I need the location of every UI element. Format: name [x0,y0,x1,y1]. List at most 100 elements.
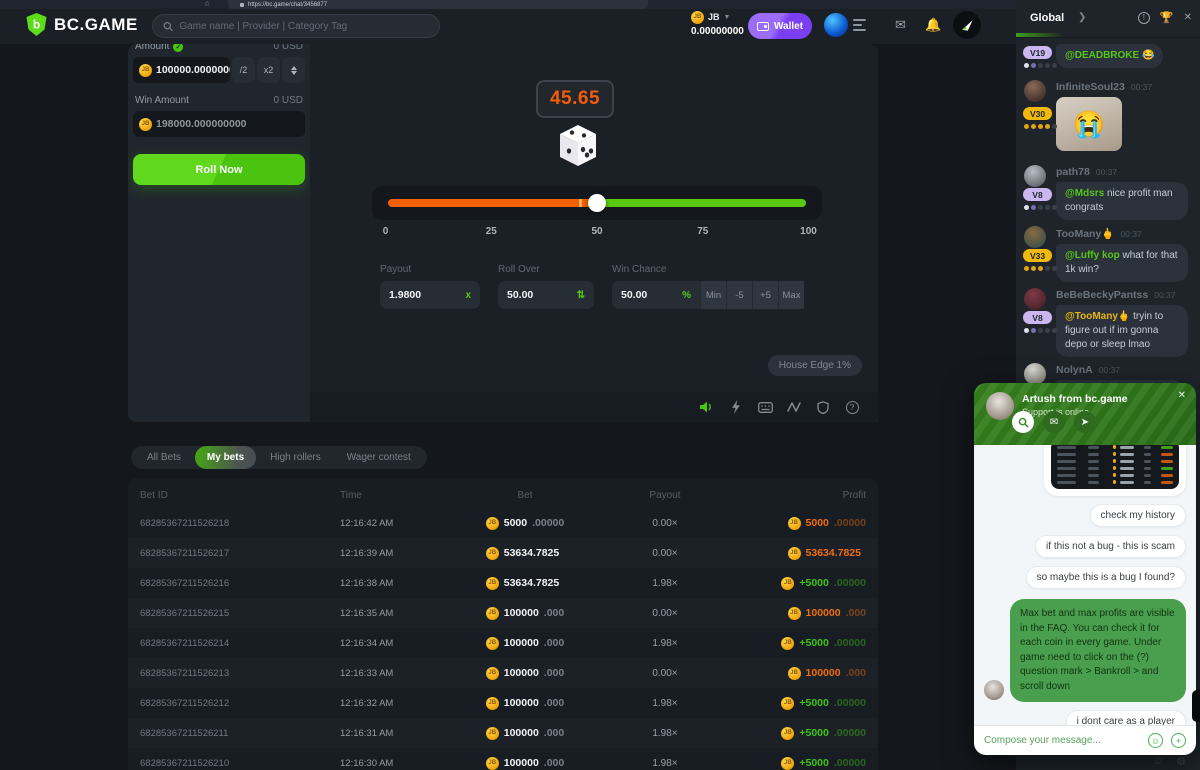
fairness-shield-icon[interactable] [815,399,831,415]
sound-volume-icon[interactable] [699,399,715,415]
account-menu-icon[interactable] [853,19,866,31]
swap-arrows-icon[interactable]: ⇅ [577,290,585,301]
medal-dots [1024,124,1057,129]
username[interactable]: TooMany🖕 [1056,227,1114,240]
double-bet-button[interactable]: x2 [257,57,280,83]
jb-coin-icon: JB [788,547,801,560]
mail-icon[interactable]: ✉ [895,17,906,33]
table-row[interactable]: 6828536721152621612:16:38 AM JB53634.782… [128,568,878,598]
brand-text: BC.GAME [54,15,138,35]
username[interactable]: NolynA [1056,364,1093,376]
wallet-balance: 0.00000000 [691,26,744,37]
table-row[interactable]: 6828536721152621512:16:35 AM JB100000.00… [128,598,878,628]
roll-over-input[interactable]: 50.00 ⇅ [498,281,594,309]
chat-rules-info-icon[interactable]: ! [1138,12,1150,24]
table-row[interactable]: 6828536721152621012:16:30 AM JB100000.00… [128,748,878,770]
payout-group: Payout 1.9800 x [380,264,480,309]
notifications-bell-icon[interactable]: 🔔 [925,17,941,33]
table-row[interactable]: 6828536721152621812:16:42 AM JB5000.0000… [128,508,878,538]
payout-input[interactable]: 1.9800 x [380,281,480,309]
table-row[interactable]: 6828536721152621212:16:32 AM JB100000.00… [128,688,878,718]
close-support-icon[interactable]: ✕ [1178,390,1186,401]
roll-now-button[interactable]: Roll Now [133,154,305,185]
jb-coin-icon: JB [788,607,801,620]
attach-plus-icon[interactable]: + [1171,733,1186,748]
username[interactable]: InfiniteSoul23 [1056,81,1125,93]
username[interactable]: BeBeBeckyPantss [1056,289,1148,301]
search-input[interactable] [179,21,429,32]
amount-input[interactable]: JB 100000.00000000 [133,57,230,83]
contest-trophy-icon[interactable]: 🏆 [1160,11,1174,24]
settings-gear-icon[interactable]: ⚙ [1176,755,1186,768]
user-avatar[interactable] [824,13,848,37]
browser-address-bar[interactable]: https://bc.game/chat/3456877 [228,0,648,9]
col-payout: Payout [600,490,730,501]
table-row[interactable]: 6828536721152621412:16:34 AM JB100000.00… [128,628,878,658]
table-row[interactable]: 6828536721152621112:16:31 AM JB100000.00… [128,718,878,748]
help-icon[interactable]: ? [844,399,860,415]
tab-wager-contest[interactable]: Wager contest [335,446,423,469]
chat-header: Global ❯ ! 🏆 ✕ [1016,0,1200,38]
slider-track[interactable] [388,199,806,207]
support-compose-bar: ☺ + [974,725,1196,755]
chance-minus5-button[interactable]: -5 [726,281,752,309]
trends-icon[interactable] [786,399,802,415]
win-amount-input[interactable]: JB 198000.000000000 [133,111,305,137]
bookmark-star-icon[interactable]: ☆ [204,0,210,9]
chance-max-button[interactable]: Max [778,281,804,309]
hotkeys-keyboard-icon[interactable] [757,399,773,415]
close-chat-icon[interactable]: ✕ [1184,12,1192,23]
avatar[interactable] [1024,226,1046,248]
support-header: Artush from bc.game Support is online ✕ … [974,383,1196,445]
jb-coin-icon: JB [781,637,794,650]
game-toolbar: ? [310,392,878,422]
chance-min-button[interactable]: Min [700,281,726,309]
avatar[interactable] [1024,288,1046,310]
payout-label: Payout [380,264,480,275]
tab-global-chat[interactable]: Global [1030,12,1064,24]
half-bet-button[interactable]: /2 [232,57,255,83]
amount-stepper[interactable] [282,57,305,83]
telegram-send-icon[interactable]: ➤ [1074,411,1096,433]
emoji-smiley-icon[interactable]: ☺ [1148,733,1163,748]
chat-message: V8 BeBeBeckyPantss00:37 @TooMany🖕 tryin … [1020,289,1192,357]
chance-plus5-button[interactable]: +5 [752,281,778,309]
turbo-lightning-icon[interactable] [728,399,744,415]
screenshot-attachment[interactable] [1044,445,1186,496]
avatar[interactable] [1024,363,1046,385]
email-icon[interactable]: ✉ [1043,411,1065,433]
avatar[interactable] [1024,165,1046,187]
support-message-input[interactable] [984,735,1140,746]
chevron-right-icon[interactable]: ❯ [1078,12,1086,23]
game-search[interactable] [152,14,440,38]
table-row[interactable]: 6828536721152621312:16:33 AM JB100000.00… [128,658,878,688]
wallet-button[interactable]: Wallet [748,13,812,39]
bcgame-logo[interactable]: b BC.GAME [26,13,138,36]
username[interactable]: path78 [1056,166,1090,178]
bcgame-dice-page: ☆ https://bc.game/chat/3456877 b BC.GAME [0,0,1200,770]
slider-knob[interactable] [588,194,606,212]
jb-coin-icon: JB [486,517,499,530]
col-profit: Profit [730,490,866,501]
game-parameters: Payout 1.9800 x Roll Over 50.00 ⇅ Win Ch… [380,264,816,309]
tab-my-bets[interactable]: My bets [195,446,256,469]
medal-dots [1024,328,1057,333]
multiplier-x-icon: x [465,290,471,301]
jb-coin-icon: JB [486,637,499,650]
currency-selector[interactable]: JB JB ▼ 0.00000000 [691,11,744,37]
win-amount-row: Win Amount 0 USD [133,95,305,106]
crying-baby-photo[interactable]: 😭 [1056,97,1122,151]
search-faq-icon[interactable] [1012,411,1034,433]
emoji-icon[interactable]: ☺ [1153,755,1164,767]
quest-spin-icon[interactable] [953,11,981,39]
tab-high-rollers[interactable]: High rollers [258,446,333,469]
wallet-label: Wallet [774,21,803,32]
table-row[interactable]: 6828536721152621712:16:39 AM JB53634.782… [128,538,878,568]
win-chance-input[interactable]: 50.00 % [612,281,700,309]
tab-all-bets[interactable]: All Bets [135,446,193,469]
visitor-message: check my history [1090,504,1186,527]
jb-coin-icon: JB [486,577,499,590]
jb-coin-icon: JB [486,757,499,770]
widget-drag-handle[interactable] [1192,690,1200,722]
avatar[interactable] [1024,80,1046,102]
